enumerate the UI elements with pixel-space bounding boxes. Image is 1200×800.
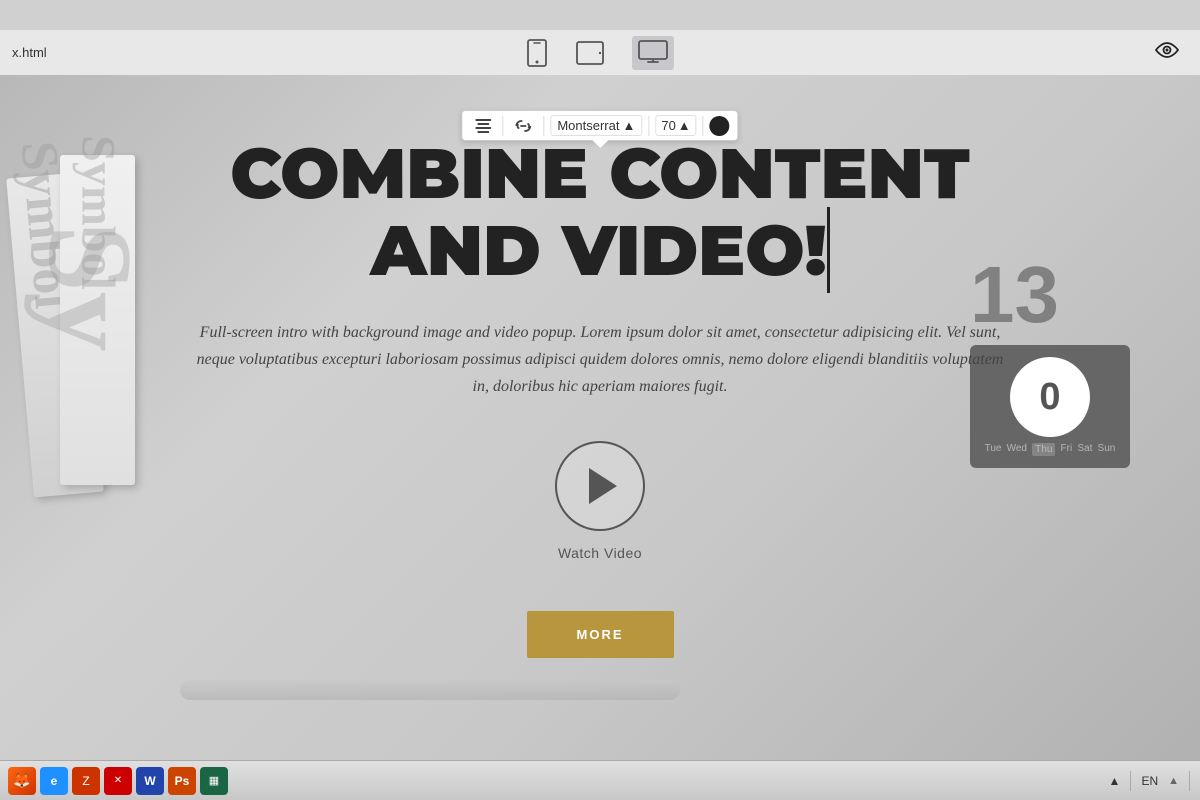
play-triangle-icon <box>589 468 617 504</box>
tablet-device-icon[interactable] <box>576 40 604 66</box>
font-size-selector[interactable]: 70 ▲ <box>655 115 696 136</box>
hero-content: COMBINE CONTENT and VIDEO! Full-screen i… <box>150 135 1050 658</box>
eye-icon[interactable] <box>1154 40 1180 65</box>
taskbar-system-tray: ▲ EN ▲ <box>1109 771 1190 791</box>
taskbar-lang: EN <box>1141 774 1158 788</box>
taskbar-lang-arrow: ▲ <box>1168 775 1179 787</box>
taskbar-divider <box>1130 771 1131 791</box>
file-name: x.html <box>12 45 47 60</box>
toolbar-divider-3 <box>648 116 649 136</box>
link-button[interactable] <box>509 116 537 136</box>
book-spine-letter: Sy <box>30 225 150 352</box>
hero-subtitle: Full-screen intro with background image … <box>190 319 1010 401</box>
taskbar-icon-3[interactable]: Z <box>72 767 100 795</box>
taskbar-icon-7[interactable]: ▦ <box>200 767 228 795</box>
hero-title: COMBINE CONTENT and VIDEO! <box>190 135 1010 289</box>
toolbar-divider-4 <box>703 116 704 136</box>
font-selector[interactable]: Montserrat ▲ <box>550 115 642 136</box>
laptop-base <box>180 680 680 700</box>
toolbar-divider-1 <box>502 116 503 136</box>
play-circle <box>555 441 645 531</box>
watch-video-label: Watch Video <box>558 545 642 561</box>
taskbar-divider-2 <box>1189 771 1190 791</box>
color-picker-button[interactable] <box>710 116 730 136</box>
taskbar-firefox-icon[interactable]: 🦊 <box>8 767 36 795</box>
taskbar-icon-5[interactable]: W <box>136 767 164 795</box>
toolbar-divider-2 <box>543 116 544 136</box>
watch-video-button[interactable]: Watch Video <box>190 441 1010 561</box>
taskbar-icon-6[interactable]: Ps <box>168 767 196 795</box>
taskbar: 🦊 e Z ✕ W Ps ▦ ▲ EN ▲ <box>0 760 1200 800</box>
taskbar-icon-2[interactable]: e <box>40 767 68 795</box>
phone-device-icon[interactable] <box>526 39 548 67</box>
desktop-device-icon[interactable] <box>632 36 674 70</box>
tab-bar <box>0 0 1200 30</box>
hero-section: Symbol Symbol Sy 13 0 Tue Wed Thu Fri Sa… <box>0 75 1200 800</box>
browser-chrome: x.html <box>0 0 1200 75</box>
floating-toolbar: Montserrat ▲ 70 ▲ <box>461 110 738 141</box>
align-button[interactable] <box>470 116 496 136</box>
device-icons <box>526 36 674 70</box>
more-button[interactable]: MORE <box>527 611 674 658</box>
address-bar-row: x.html <box>0 30 1200 75</box>
taskbar-icon-4[interactable]: ✕ <box>104 767 132 795</box>
taskbar-tray-arrow: ▲ <box>1109 774 1121 788</box>
